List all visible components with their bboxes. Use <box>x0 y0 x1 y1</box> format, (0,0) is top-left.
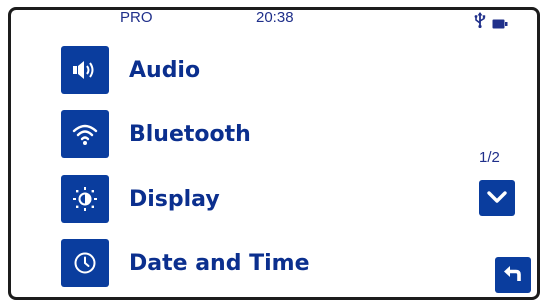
usb-icon <box>474 12 486 32</box>
menu-label-bluetooth: Bluetooth <box>129 121 251 147</box>
wireless-icon <box>61 110 109 158</box>
mode-indicator: PRO <box>120 9 153 26</box>
brightness-icon <box>61 175 109 223</box>
battery-icon <box>492 14 508 33</box>
menu-label-audio: Audio <box>129 57 201 83</box>
clock-icon <box>61 239 109 287</box>
page-indicator: 1/2 <box>479 149 500 166</box>
back-button[interactable] <box>495 257 531 293</box>
next-page-button[interactable] <box>479 180 515 216</box>
device-screen: PRO 20:38 Audio Bluetooth Display Date a… <box>8 7 540 300</box>
back-arrow-icon <box>502 262 524 288</box>
menu-item-display[interactable]: Display <box>61 175 441 223</box>
menu-item-audio[interactable]: Audio <box>61 46 441 94</box>
clock-time: 20:38 <box>256 9 294 26</box>
menu-label-display: Display <box>129 186 220 212</box>
chevron-down-icon <box>486 189 508 208</box>
speaker-icon <box>61 46 109 94</box>
menu-item-bluetooth[interactable]: Bluetooth <box>61 110 441 158</box>
menu-item-date-and-time[interactable]: Date and Time <box>61 239 441 287</box>
menu-label-date-and-time: Date and Time <box>129 250 310 276</box>
